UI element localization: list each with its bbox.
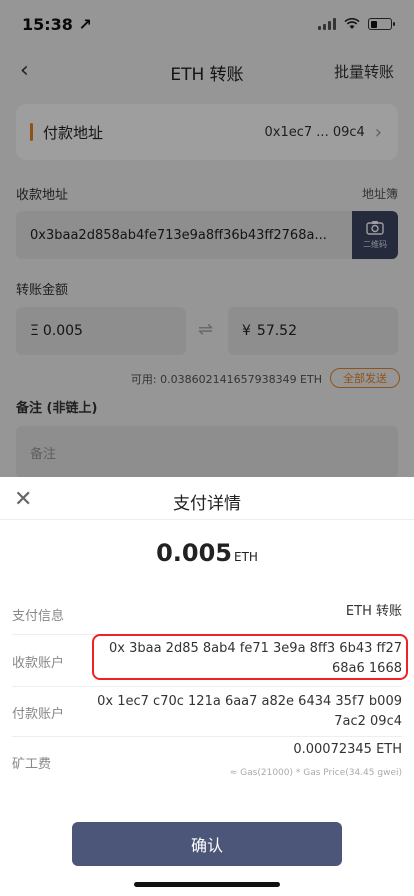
payment-info-row: 支付信息 ETH 转账 [12,589,402,635]
divider [0,519,414,520]
payer-account-label: 付款账户 [12,707,65,722]
payer-account-row: 付款账户 0x 1ec7 c70c 121a 6aa7 a82e 6434 35… [12,687,402,737]
home-indicator [134,882,280,887]
payment-info-label: 支付信息 [12,609,65,624]
payer-account-line2: 7ac2 09c4 [334,714,402,729]
payer-account-line1: 0x 1ec7 c70c 121a 6aa7 a82e 6434 35f7 b0… [97,694,402,709]
payment-amount: 0.005 ETH [0,539,414,567]
miner-fee-label: 矿工费 [12,757,52,772]
highlight-box [92,634,408,680]
payment-info-value: ETH 转账 [345,604,402,619]
miner-fee-value: 0.00072345 ETH [293,742,402,757]
gas-note: ≈ Gas(21000) * Gas Price(34.45 gwei) [229,768,402,778]
confirm-button[interactable]: 确认 [72,822,342,866]
recipient-account-label: 收款账户 [12,656,65,671]
payment-amount-unit: ETH [233,550,258,564]
sheet-title: 支付详情 [173,494,241,514]
modal-overlay[interactable] [0,0,414,477]
payer-account-value: 0x 1ec7 c70c 121a 6aa7 a82e 6434 35f7 b0… [97,692,402,732]
miner-fee-row: 矿工费 0.00072345 ETH [12,737,402,789]
payment-amount-value: 0.005 [156,539,232,567]
